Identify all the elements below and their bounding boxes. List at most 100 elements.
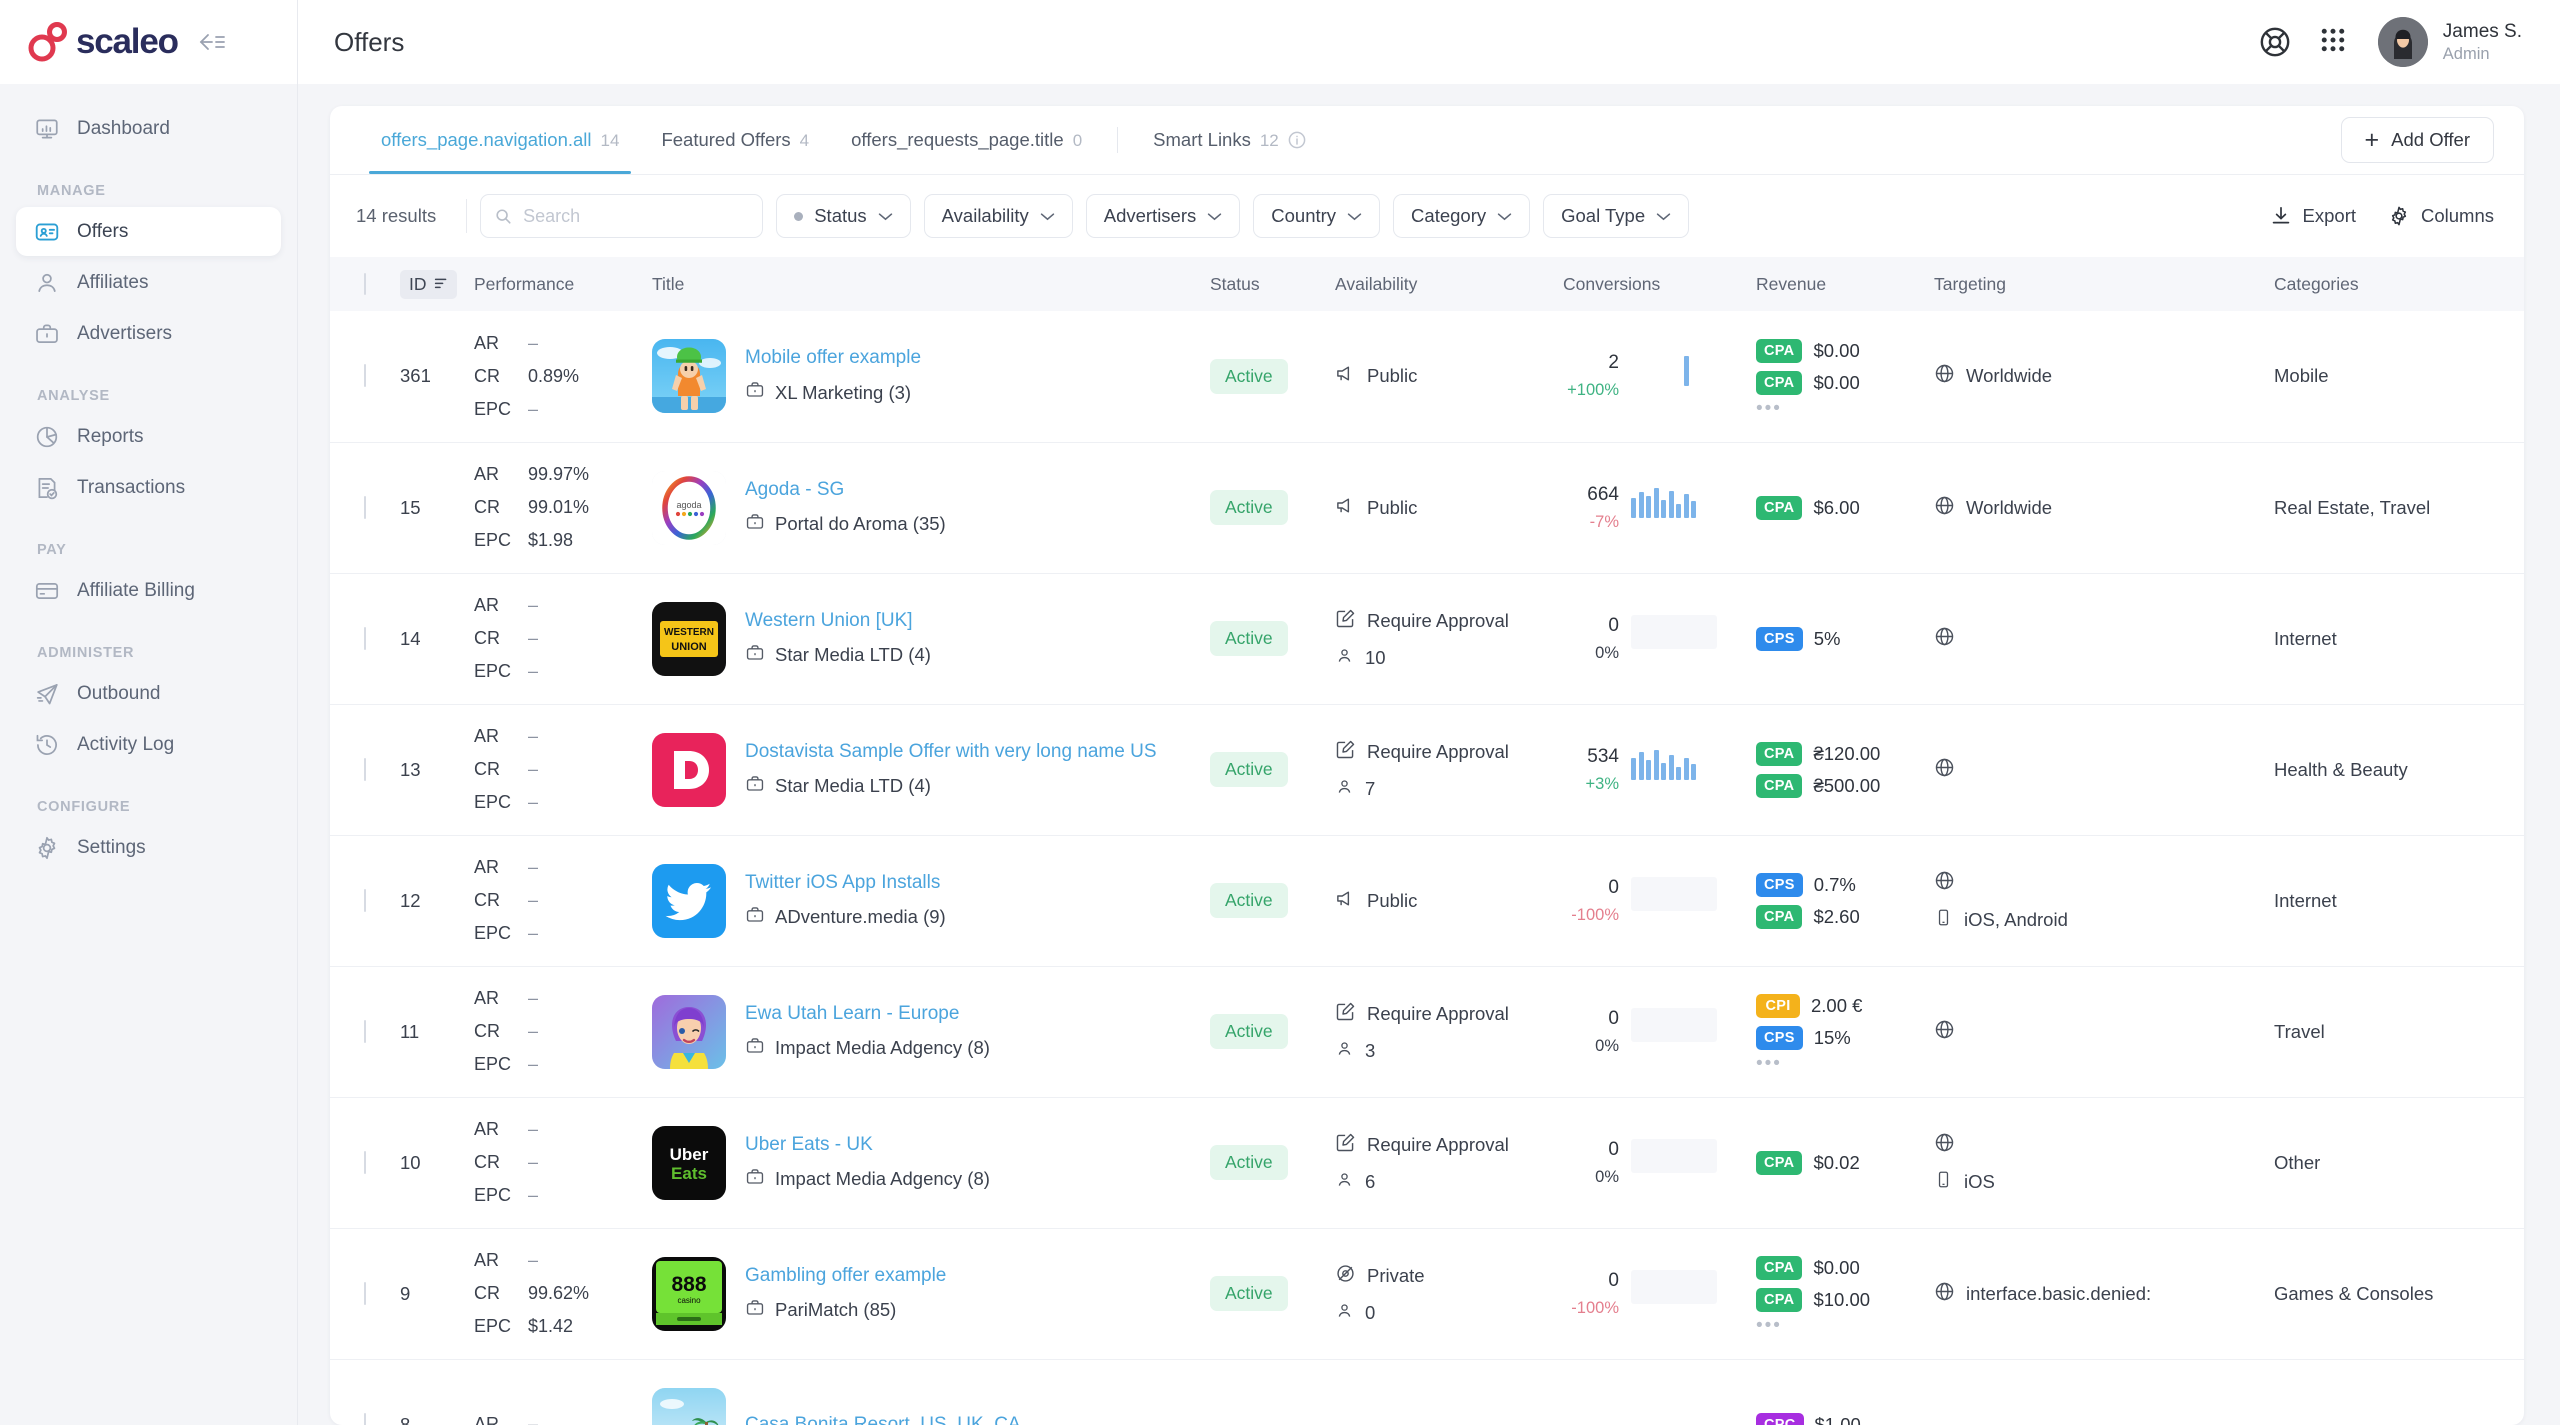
sort-icon[interactable] [434, 274, 448, 295]
collapse-sidebar-icon[interactable] [196, 31, 226, 53]
revenue-goal: CPA ₴500.00 [1756, 773, 1918, 798]
offer-title-link[interactable]: Casa Bonita Resort, US, UK, CA [745, 1414, 1021, 1425]
table-row[interactable]: 11 AR – CR – EPC – Ewa Utah Learn - Europe Impac… [330, 966, 2524, 1098]
sidebar-item-outbound[interactable]: Outbound [16, 669, 281, 718]
table-row[interactable]: 14 AR – CR – EPC – WESTERN UNION Western Union [U… [330, 573, 2524, 705]
column-availability[interactable]: Availability [1327, 257, 1555, 311]
row-menu-icon[interactable] [2502, 364, 2524, 388]
revenue-more-icon[interactable]: ••• [1756, 1315, 1918, 1335]
row-menu-icon[interactable] [2502, 496, 2524, 520]
chevron-down-icon [1040, 212, 1055, 221]
column-performance[interactable]: Performance [466, 257, 644, 311]
tab-featured-offers[interactable]: Featured Offers 4 [640, 106, 830, 174]
info-icon[interactable] [1288, 131, 1306, 149]
row-checkbox[interactable] [364, 364, 366, 388]
grid-apps-icon[interactable] [2318, 25, 2352, 59]
svg-text:Uber: Uber [670, 1145, 709, 1164]
search-input-wrapper[interactable] [480, 194, 764, 238]
table-row[interactable]: 15 AR 99.97% CR 99.01% EPC $1.98 agoda Agoda - S… [330, 442, 2524, 574]
user-menu[interactable]: James S. Admin [2377, 17, 2522, 67]
row-id: 13 [392, 704, 466, 836]
sidebar-item-label: Reports [77, 425, 144, 447]
row-title: Dostavista Sample Offer with very long n… [644, 704, 1202, 836]
row-menu-icon[interactable] [2502, 1020, 2524, 1044]
column-revenue[interactable]: Revenue [1748, 257, 1926, 311]
column-categories[interactable]: Categories [2266, 257, 2494, 311]
sidebar-item-dashboard[interactable]: Dashboard [16, 104, 281, 153]
row-menu-icon[interactable] [2502, 1282, 2524, 1306]
row-checkbox[interactable] [364, 1412, 366, 1425]
tab-offer-requests[interactable]: offers_requests_page.title 0 [830, 106, 1103, 174]
row-categories: Games & Consoles [2266, 1228, 2494, 1360]
table-row[interactable]: 361 AR – CR 0.89% EPC – Mobile offer example XL … [330, 311, 2524, 443]
table-row[interactable]: 8 AR – Casa Bonita Resort, US, UK, CA CPC $1.… [330, 1359, 2524, 1425]
user-meta: James S. Admin [2443, 20, 2522, 64]
sidebar-item-settings[interactable]: Settings [16, 823, 281, 872]
table-row[interactable]: 10 AR – CR – EPC – Uber Eats Uber Eats - UK Impact… [330, 1097, 2524, 1229]
filter-goal-type[interactable]: Goal Type [1543, 194, 1690, 238]
tab-smart-links[interactable]: Smart Links 12 [1132, 106, 1327, 174]
sidebar-item-advertisers[interactable]: Advertisers [16, 309, 281, 358]
sidebar-item-offers[interactable]: Offers [16, 207, 281, 256]
offer-title-link[interactable]: Western Union [UK] [745, 610, 931, 632]
table-row[interactable]: 9 AR – CR 99.62% EPC $1.42 888 casino Gambling of… [330, 1228, 2524, 1360]
row-menu-icon[interactable] [2502, 627, 2524, 651]
row-checkbox[interactable] [364, 626, 366, 650]
offer-title-link[interactable]: Gambling offer example [745, 1265, 946, 1287]
table-row[interactable]: 13 AR – CR – EPC – Dostavista Sample Offer with… [330, 704, 2524, 836]
export-button[interactable]: Export [2270, 205, 2356, 227]
sidebar-item-transactions[interactable]: Transactions [16, 463, 281, 512]
add-offer-button[interactable]: + Add Offer [2340, 117, 2494, 163]
row-performance: AR – CR – EPC – [466, 1097, 644, 1229]
row-menu-icon[interactable] [2502, 889, 2524, 913]
filter-availability[interactable]: Availability [923, 194, 1073, 238]
conversions-sparkline-empty [1631, 614, 1717, 649]
app-logo[interactable]: scaleo [26, 21, 179, 63]
filter-country[interactable]: Country [1253, 194, 1381, 238]
column-targeting[interactable]: Targeting [1926, 257, 2266, 311]
row-conversions [1555, 1359, 1748, 1425]
perf-ar: AR – [474, 988, 539, 1008]
row-menu-icon[interactable] [2502, 1151, 2524, 1175]
offer-title-link[interactable]: Dostavista Sample Offer with very long n… [745, 741, 1157, 763]
row-checkbox[interactable] [364, 1150, 366, 1174]
columns-button[interactable]: Columns [2388, 205, 2494, 227]
tab-all-offers[interactable]: offers_page.navigation.all 14 [360, 106, 640, 174]
revenue-goal: CPS 15% [1756, 1025, 1918, 1050]
sidebar-item-activity-log[interactable]: Activity Log [16, 720, 281, 769]
export-label: Export [2302, 205, 2356, 226]
perf-ar: AR – [474, 332, 539, 353]
offer-title-link[interactable]: Mobile offer example [745, 347, 921, 369]
table-row[interactable]: 12 AR – CR – EPC – Twitter iOS App Installs ADve… [330, 835, 2524, 967]
offer-advertiser: ADventure.media (9) [745, 905, 946, 930]
sidebar-item-affiliates[interactable]: Affiliates [16, 258, 281, 307]
lifebuoy-icon[interactable] [2258, 25, 2292, 59]
search-input[interactable] [523, 205, 749, 227]
offers-table-wrapper[interactable]: ID Performance Title Status Availability… [330, 257, 2524, 1425]
row-menu-icon[interactable] [2502, 758, 2524, 782]
row-checkbox[interactable] [364, 495, 366, 519]
row-checkbox[interactable] [364, 888, 366, 912]
column-id[interactable]: ID [392, 257, 466, 311]
sidebar-item-affiliate-billing[interactable]: Affiliate Billing [16, 566, 281, 615]
revenue-more-icon[interactable]: ••• [1756, 398, 1918, 418]
sidebar-item-reports[interactable]: Reports [16, 412, 281, 461]
row-checkbox[interactable] [364, 757, 366, 781]
offer-title-link[interactable]: Uber Eats - UK [745, 1134, 990, 1156]
offer-title-link[interactable]: Agoda - SG [745, 479, 946, 501]
offer-title-link[interactable]: Ewa Utah Learn - Europe [745, 1003, 990, 1025]
filter-status[interactable]: Status [776, 194, 911, 238]
filter-category[interactable]: Category [1393, 194, 1531, 238]
row-checkbox[interactable] [364, 1019, 366, 1043]
person-icon [1335, 1039, 1354, 1063]
select-all-checkbox[interactable] [364, 272, 366, 295]
goal-type-badge: CPA [1756, 370, 1803, 395]
offer-title-link[interactable]: Twitter iOS App Installs [745, 872, 946, 894]
filter-advertisers[interactable]: Advertisers [1085, 194, 1241, 238]
column-status[interactable]: Status [1202, 257, 1327, 311]
revenue-more-icon[interactable]: ••• [1756, 1053, 1918, 1073]
row-id: 10 [392, 1097, 466, 1229]
row-checkbox[interactable] [364, 1281, 366, 1305]
column-conversions[interactable]: Conversions [1555, 257, 1748, 311]
column-title[interactable]: Title [644, 257, 1202, 311]
